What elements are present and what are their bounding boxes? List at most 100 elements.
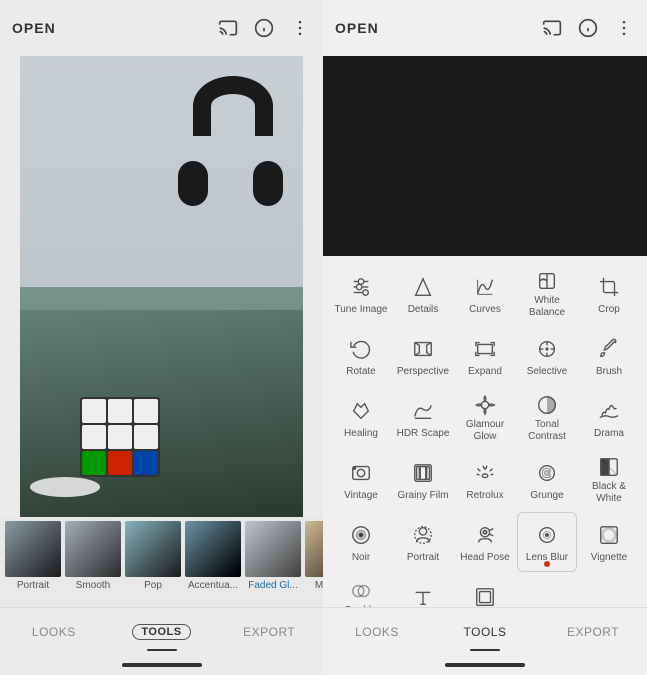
grunge-icon bbox=[533, 459, 561, 487]
tool-portrait-label: Portrait bbox=[407, 552, 439, 564]
bw-icon bbox=[595, 456, 623, 478]
thumb-accentuate-label: Accentua... bbox=[184, 580, 242, 591]
tool-perspective[interactable]: Perspective bbox=[393, 326, 453, 386]
right-more-icon[interactable] bbox=[613, 17, 635, 39]
perspective-icon bbox=[409, 335, 437, 363]
tool-tune-image[interactable]: Tune Image bbox=[331, 264, 391, 324]
tool-selective-label: Selective bbox=[527, 366, 568, 378]
right-cast-icon[interactable] bbox=[541, 17, 563, 39]
left-home-bar-line bbox=[122, 663, 202, 667]
left-nav-export[interactable]: EXPORT bbox=[215, 608, 323, 655]
tool-glamour-glow-label: Glamour Glow bbox=[457, 419, 513, 443]
tool-brush[interactable]: Brush bbox=[579, 326, 639, 386]
thumb-smooth[interactable]: Smooth bbox=[64, 521, 122, 591]
left-cast-icon[interactable] bbox=[217, 17, 239, 39]
thumb-accentuate[interactable]: Accentua... bbox=[184, 521, 242, 591]
right-title: OPEN bbox=[335, 20, 379, 36]
tool-head-pose[interactable]: Head Pose bbox=[455, 512, 515, 572]
right-image-area bbox=[323, 56, 647, 256]
left-panel: OPEN bbox=[0, 0, 323, 675]
tool-white-balance[interactable]: White Balance bbox=[517, 264, 577, 324]
left-info-icon[interactable] bbox=[253, 17, 275, 39]
frames-icon bbox=[471, 583, 499, 608]
tool-hdr-scape-label: HDR Scape bbox=[397, 428, 450, 440]
tool-frames[interactable]: Frames bbox=[455, 574, 515, 607]
tool-grainy-film-label: Grainy Film bbox=[397, 490, 448, 502]
tool-vintage[interactable]: Vintage bbox=[331, 450, 391, 510]
tool-drama-label: Drama bbox=[594, 428, 624, 440]
vintage-icon bbox=[347, 459, 375, 487]
tune-icon bbox=[347, 273, 375, 301]
tool-tune-image-label: Tune Image bbox=[335, 304, 388, 316]
tool-bw-label: Black & White bbox=[581, 481, 637, 505]
tool-crop[interactable]: Crop bbox=[579, 264, 639, 324]
right-nav-looks[interactable]: LOOKS bbox=[323, 608, 431, 655]
tool-drama[interactable]: Drama bbox=[579, 388, 639, 448]
tool-hdr-scape[interactable]: HDR Scape bbox=[393, 388, 453, 448]
text-icon bbox=[409, 583, 437, 608]
left-main-image bbox=[20, 56, 303, 517]
left-nav-looks[interactable]: LOOKS bbox=[0, 608, 108, 655]
tool-selective[interactable]: Selective bbox=[517, 326, 577, 386]
thumb-morning-label: Morning bbox=[304, 580, 323, 591]
right-panel: OPEN bbox=[323, 0, 647, 675]
doubleexp-icon bbox=[347, 580, 375, 602]
thumb-pop[interactable]: Pop bbox=[124, 521, 182, 591]
crop-icon bbox=[595, 273, 623, 301]
tool-grainy-film[interactable]: Grainy Film bbox=[393, 450, 453, 510]
rubiks-cube-image bbox=[80, 397, 160, 477]
tool-noir[interactable]: Noir bbox=[331, 512, 391, 572]
left-bottom-nav: LOOKS TOOLS EXPORT bbox=[0, 607, 323, 655]
tool-tonal-contrast[interactable]: Tonal Contrast bbox=[517, 388, 577, 448]
tool-text[interactable]: Text bbox=[393, 574, 453, 607]
thumb-faded-gl-label: Faded Gl... bbox=[244, 580, 302, 591]
right-nav-tools[interactable]: TOOLS bbox=[431, 608, 539, 655]
thumb-smooth-label: Smooth bbox=[64, 580, 122, 591]
thumb-morning[interactable]: Morning bbox=[304, 521, 323, 591]
noir-icon bbox=[347, 521, 375, 549]
tool-bw[interactable]: Black & White bbox=[579, 450, 639, 510]
tool-perspective-label: Perspective bbox=[397, 366, 449, 378]
tool-expand-label: Expand bbox=[468, 366, 502, 378]
tool-expand[interactable]: Expand bbox=[455, 326, 515, 386]
tool-details-label: Details bbox=[408, 304, 439, 316]
right-home-bar-line bbox=[445, 663, 525, 667]
right-nav-export[interactable]: EXPORT bbox=[539, 608, 647, 655]
left-nav-tools[interactable]: TOOLS bbox=[108, 608, 216, 655]
rotate-icon bbox=[347, 335, 375, 363]
tool-lens-blur[interactable]: Lens Blur bbox=[517, 512, 577, 572]
tool-healing-label: Healing bbox=[344, 428, 378, 440]
right-header-icons bbox=[541, 17, 635, 39]
headpose-icon bbox=[471, 521, 499, 549]
tool-curves[interactable]: Curves bbox=[455, 264, 515, 324]
tool-double-exposure[interactable]: Double Exposure bbox=[331, 574, 391, 607]
tool-grunge[interactable]: Grunge bbox=[517, 450, 577, 510]
thumbnail-strip: Portrait Smooth Pop Accentua... Faded Gl… bbox=[0, 517, 323, 607]
tool-vignette[interactable]: Vignette bbox=[579, 512, 639, 572]
tool-details[interactable]: Details bbox=[393, 264, 453, 324]
tool-tonal-contrast-label: Tonal Contrast bbox=[519, 419, 575, 443]
brush-icon bbox=[595, 335, 623, 363]
tool-glamour-glow[interactable]: Glamour Glow bbox=[455, 388, 515, 448]
right-header: OPEN bbox=[323, 0, 647, 56]
tool-retrolux[interactable]: Retrolux bbox=[455, 450, 515, 510]
tool-vignette-label: Vignette bbox=[591, 552, 628, 564]
thumb-faded-gl[interactable]: Faded Gl... bbox=[244, 521, 302, 591]
tool-healing[interactable]: Healing bbox=[331, 388, 391, 448]
left-title: OPEN bbox=[12, 20, 56, 36]
tool-retrolux-label: Retrolux bbox=[466, 490, 503, 502]
left-more-icon[interactable] bbox=[289, 17, 311, 39]
left-header-icons bbox=[217, 17, 311, 39]
lensblur-icon bbox=[533, 521, 561, 549]
right-home-bar bbox=[323, 655, 647, 675]
left-home-bar bbox=[0, 655, 323, 675]
tool-rotate[interactable]: Rotate bbox=[331, 326, 391, 386]
thumb-pop-label: Pop bbox=[124, 580, 182, 591]
thumb-portrait[interactable]: Portrait bbox=[4, 521, 62, 591]
tool-curves-label: Curves bbox=[469, 304, 501, 316]
tonal-icon bbox=[533, 394, 561, 416]
lens-blur-selected-dot bbox=[544, 561, 550, 567]
right-info-icon[interactable] bbox=[577, 17, 599, 39]
tool-portrait-tool[interactable]: Portrait bbox=[393, 512, 453, 572]
hdr-icon bbox=[409, 397, 437, 425]
